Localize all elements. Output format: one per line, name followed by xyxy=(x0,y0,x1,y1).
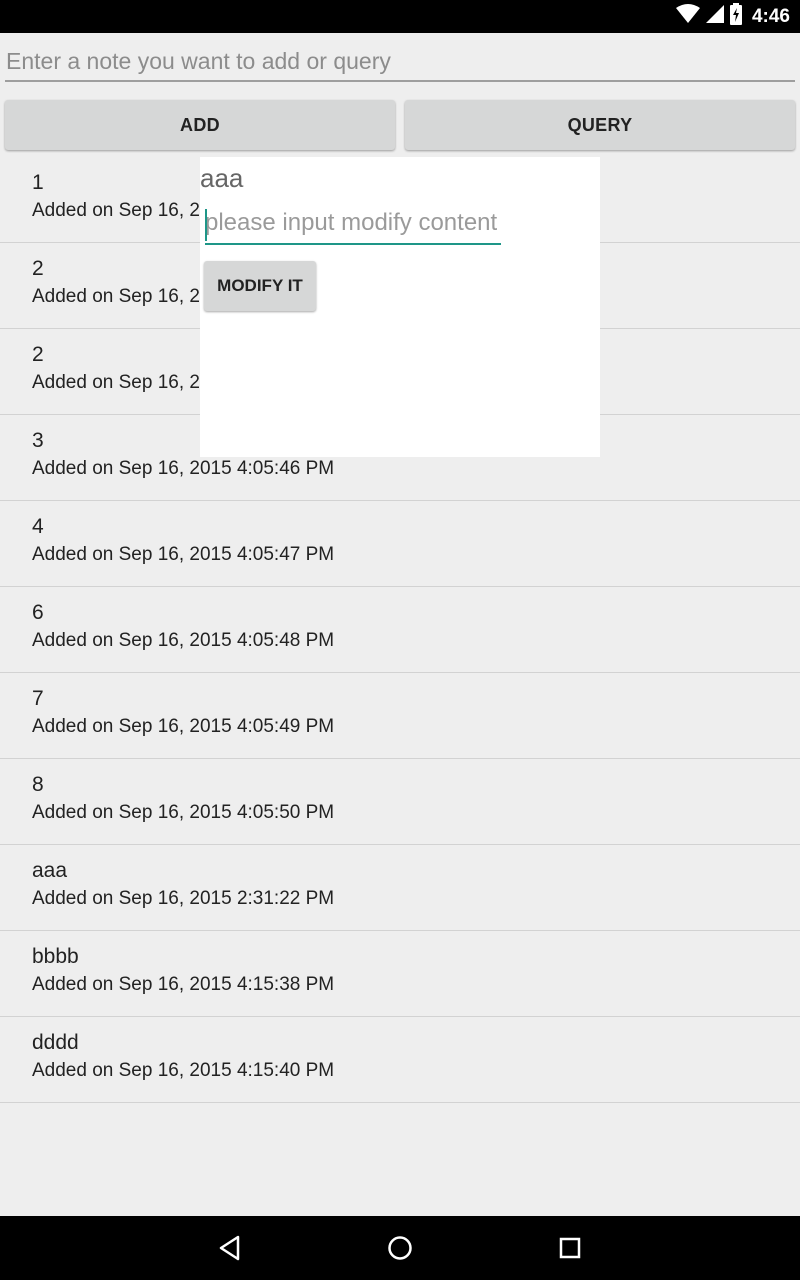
note-date: Added on Sep 16, 20 xyxy=(32,286,211,307)
note-title: 1 xyxy=(32,171,44,194)
note-title: 2 xyxy=(32,343,44,366)
cell-signal-icon xyxy=(705,5,724,28)
note-title: bbbb xyxy=(32,945,79,968)
navigation-bar xyxy=(0,1216,800,1280)
note-date: Added on Sep 16, 2015 4:05:47 PM xyxy=(32,544,335,565)
note-title: 7 xyxy=(32,687,44,710)
note-date: Added on Sep 16, 2015 2:31:22 PM xyxy=(32,888,335,909)
note-date: Added on Sep 16, 2015 4:05:49 PM xyxy=(32,716,335,737)
add-button[interactable]: ADD xyxy=(5,100,395,150)
note-input[interactable] xyxy=(5,42,795,82)
note-title: 3 xyxy=(32,429,44,452)
note-title: 4 xyxy=(32,515,44,538)
status-time: 4:46 xyxy=(751,5,790,27)
query-button[interactable]: QUERY xyxy=(405,100,795,150)
text-cursor xyxy=(205,209,207,241)
recents-icon[interactable] xyxy=(550,1228,590,1268)
note-title: 8 xyxy=(32,773,44,796)
note-date: Added on Sep 16, 2015 4:05:48 PM xyxy=(32,630,335,651)
note-title: dddd xyxy=(32,1031,79,1054)
list-item[interactable]: aaa Added on Sep 16, 2015 2:31:22 PM xyxy=(0,845,800,931)
list-item[interactable]: 7 Added on Sep 16, 2015 4:05:49 PM xyxy=(0,673,800,759)
note-date: Added on Sep 16, 2015 4:15:38 PM xyxy=(32,974,335,995)
home-icon[interactable] xyxy=(380,1228,420,1268)
note-date: Added on Sep 16, 2015 4:15:40 PM xyxy=(32,1060,335,1081)
modify-content-input[interactable] xyxy=(205,203,501,245)
note-title: 2 xyxy=(32,257,44,280)
list-item[interactable]: 8 Added on Sep 16, 2015 4:05:50 PM xyxy=(0,759,800,845)
note-date: Added on Sep 16, 2015 4:05:50 PM xyxy=(32,802,335,823)
modify-it-button[interactable]: MODIFY IT xyxy=(204,261,316,311)
list-item[interactable]: bbbb Added on Sep 16, 2015 4:15:38 PM xyxy=(0,931,800,1017)
list-item[interactable]: dddd Added on Sep 16, 2015 4:15:40 PM xyxy=(0,1017,800,1103)
status-bar: 4:46 xyxy=(0,0,800,33)
note-date: Added on Sep 16, 20 xyxy=(32,200,211,221)
note-date: Added on Sep 16, 20 xyxy=(32,372,211,393)
battery-charging-icon xyxy=(729,3,742,30)
list-item[interactable]: 4 Added on Sep 16, 2015 4:05:47 PM xyxy=(0,501,800,587)
wifi-icon xyxy=(675,4,700,29)
note-title: aaa xyxy=(32,859,68,882)
note-date: Added on Sep 16, 2015 4:05:46 PM xyxy=(32,458,335,479)
list-item[interactable]: 6 Added on Sep 16, 2015 4:05:48 PM xyxy=(0,587,800,673)
dialog-title: aaa xyxy=(200,163,244,193)
back-icon[interactable] xyxy=(210,1228,250,1268)
status-icons: 4:46 xyxy=(675,0,790,33)
note-title: 6 xyxy=(32,601,44,624)
